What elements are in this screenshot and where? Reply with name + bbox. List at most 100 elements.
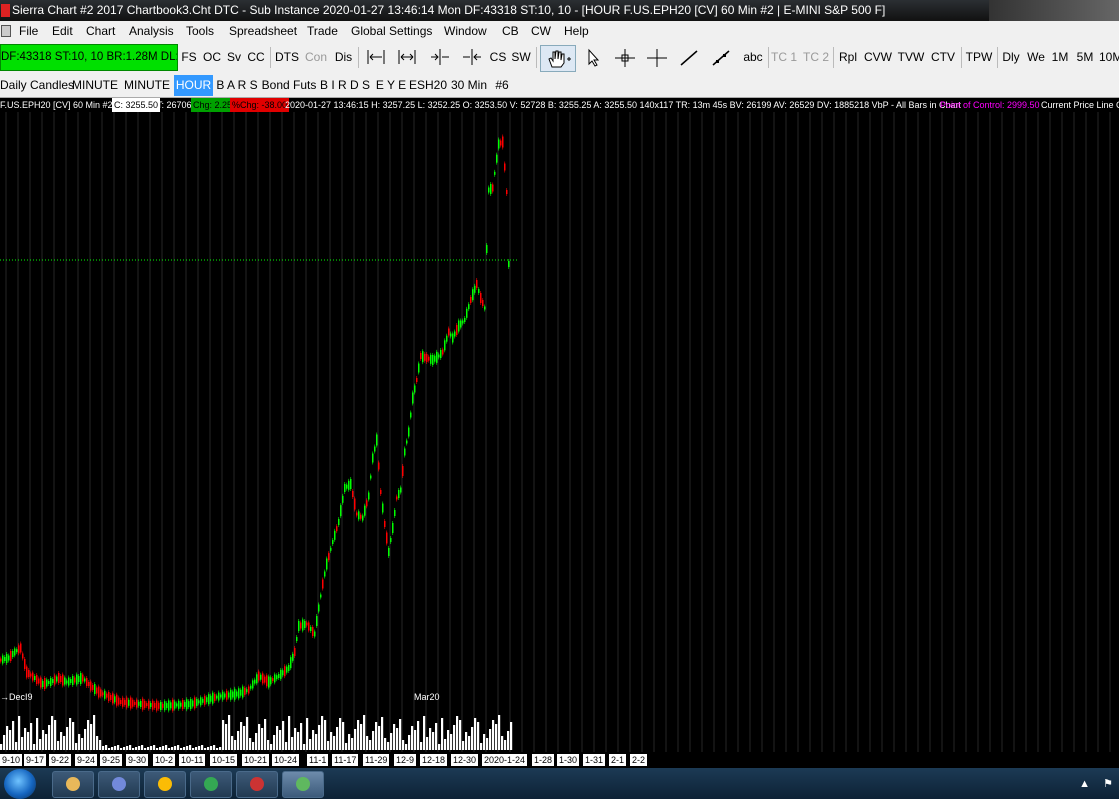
disconnect-button[interactable]: Dis [331,45,356,70]
show-hidden-icons-icon[interactable]: ▲ [1079,778,1090,790]
candle-body [392,523,394,533]
menu-cb[interactable]: CB [499,21,522,41]
date-axis-label: 2-1 [609,754,627,766]
taskbar-app-sierra-chart[interactable] [190,771,232,798]
candle-body [8,655,10,661]
window-controls[interactable] [989,0,1119,21]
hand-pan-tool-icon[interactable] [540,45,576,72]
candle-body [72,676,74,685]
volume-bar [366,736,369,750]
volume-bar [327,741,330,750]
volume-bar [183,747,186,750]
toolbar-divider [961,47,962,68]
connect-button[interactable]: Con [302,45,330,70]
menu-file[interactable]: File [16,21,41,41]
taskbar-app-sierra-chart[interactable] [282,771,324,798]
action-center-flag-icon[interactable]: ⚑ [1103,778,1113,790]
menu-edit[interactable]: Edit [49,21,76,41]
candle-body [480,293,482,303]
candle-body [174,701,176,709]
volume-bar [111,747,114,750]
menu-spreadsheet[interactable]: Spreadsheet [226,21,300,41]
connection-status[interactable]: DF:43318 ST:10, 10 BR:1.28M DL:0 [0,44,178,71]
taskbar-app-chrome[interactable] [144,771,186,798]
text-tool-button[interactable]: abc [740,45,766,70]
daily-button[interactable]: Dly [1000,45,1022,70]
cs-button[interactable]: CS [488,45,508,70]
candle-body [176,703,178,707]
5m-button[interactable]: 5M [1074,45,1096,70]
candle-body [230,689,232,700]
expand-bar-spacing-icon[interactable] [393,45,421,70]
system-tray[interactable]: ▲ ⚑ [1079,777,1113,790]
toolbar-divider [833,47,834,68]
candle-body [46,679,48,687]
tab-esh20[interactable]: ESH20 [409,75,447,96]
menu-global-settings[interactable]: Global Settings [348,21,435,41]
menu-help[interactable]: Help [561,21,592,41]
10m-button[interactable]: 10M [1099,45,1119,70]
cvw-button[interactable]: CVW [862,45,894,70]
menu-trade[interactable]: Trade [304,21,341,41]
tab-30-min[interactable]: 30 Min [449,75,489,96]
tab-hour[interactable]: HOUR [174,75,213,96]
ray-tool-icon[interactable] [707,45,735,70]
dts-button[interactable]: DTS [273,45,301,70]
tab-minute[interactable]: MINUTE [70,75,120,96]
windows-start-button[interactable] [4,769,36,799]
candle-body [136,699,138,708]
scroll-right-icon[interactable] [458,45,486,70]
date-axis-label: 9-10 [0,754,23,766]
scroll-left-icon[interactable] [426,45,454,70]
shrink-bar-spacing-icon[interactable] [362,45,390,70]
tpw-button[interactable]: TPW [964,45,994,70]
1m-button[interactable]: 1M [1049,45,1071,70]
tc2-button[interactable]: TC 2 [802,45,830,70]
volume-bar [42,730,45,750]
chart-symbol: F.US.EPH20 [CV] 60 Min #2 [0,100,113,110]
candle-body [62,674,64,686]
menu-chart[interactable]: Chart [83,21,118,41]
weekly-button[interactable]: We [1025,45,1047,70]
tc1-button[interactable]: TC 1 [771,45,797,70]
sv-button[interactable]: Sv [224,45,244,70]
tab-6[interactable]: #6 [491,75,513,96]
volume-bar [354,729,357,750]
volume-bar [0,744,3,750]
replay-button[interactable]: Rpl [837,45,859,70]
crosshair-tool-icon[interactable] [611,45,639,70]
taskbar-app-discord[interactable] [52,771,94,798]
candle-body [348,480,350,490]
tab-bond-futs[interactable]: Bond Futs [261,75,317,96]
candle-body [96,687,98,694]
candle-body [54,675,56,685]
taskbar-app-app[interactable] [236,771,278,798]
tab-minute-2[interactable]: MINUTE [122,75,172,96]
volume-bar [93,715,96,750]
pointer-tool-icon[interactable] [580,45,606,70]
ctv-button[interactable]: CTV [928,45,958,70]
menu-tools[interactable]: Tools [183,21,217,41]
candlesticks [0,134,510,713]
sw-button[interactable]: SW [509,45,533,70]
line-tool-icon[interactable] [675,45,703,70]
menu-analysis[interactable]: Analysis [126,21,177,41]
cursor-line-tool-icon[interactable] [643,45,671,70]
tab-eye[interactable]: E Y E [375,75,407,96]
tvw-button[interactable]: TVW [896,45,926,70]
menu-cw[interactable]: CW [528,21,554,41]
taskbar-app-chrome[interactable] [98,771,140,798]
oc-button[interactable]: OC [200,45,224,70]
volume-bar [72,722,75,750]
cc-button[interactable]: CC [244,45,268,70]
candle-body [194,697,196,709]
menu-window[interactable]: Window [441,21,490,41]
candle-body [252,680,254,689]
fs-button[interactable]: FS [178,45,200,70]
tab-birds[interactable]: B I R D S [320,75,370,96]
candle-body [324,571,326,577]
tab-bars[interactable]: B A R S [215,75,259,96]
tab-daily-candles[interactable]: Daily Candles [0,75,74,96]
price-chart[interactable]: →DecI9 Mar20 [0,112,1119,752]
system-menu-icon[interactable] [1,25,11,37]
